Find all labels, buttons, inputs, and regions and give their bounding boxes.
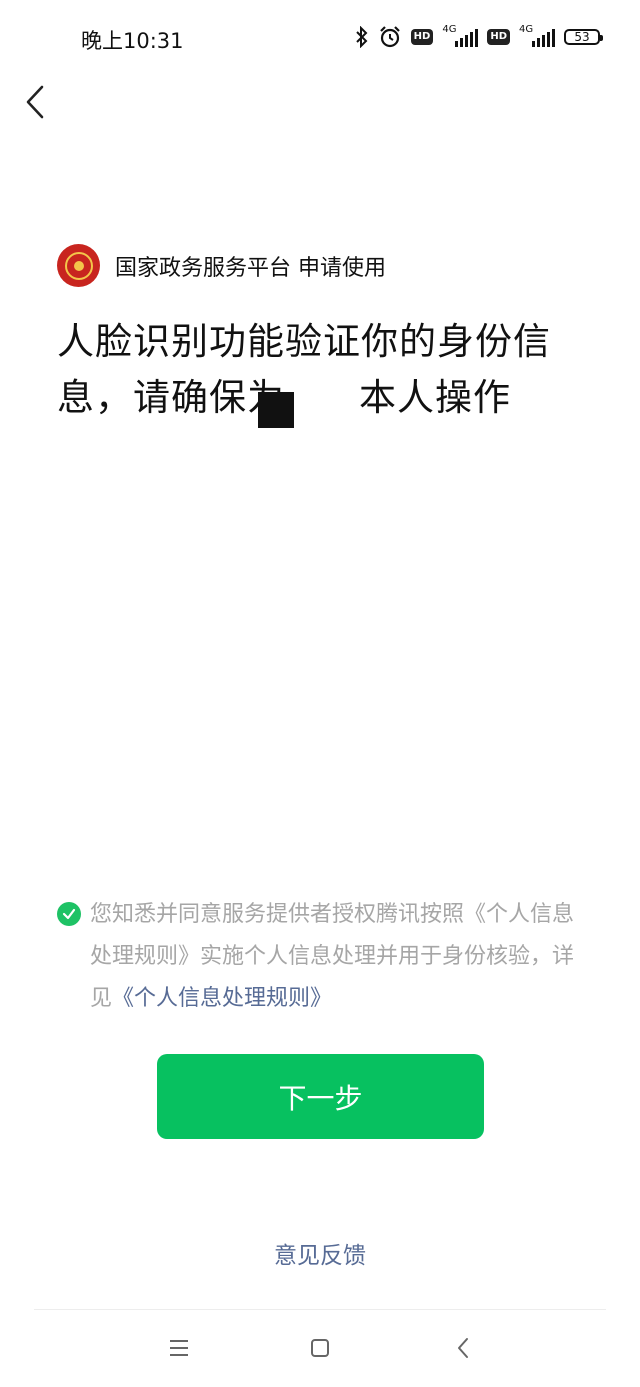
status-icons: HD 4G HD 4G 53 <box>355 23 603 51</box>
chevron-left-icon <box>26 85 44 119</box>
signal-icon: 4G <box>442 24 479 49</box>
back-button[interactable] <box>22 84 50 120</box>
consent-text-block: 您知悉并同意服务提供者授权腾讯按照《个人信息处理规则》实施个人信息处理并用于身份… <box>90 894 587 1020</box>
requester-name: 国家政务服务平台 申请使用 <box>115 255 386 281</box>
consent-checkbox[interactable] <box>57 902 81 926</box>
battery-icon: 53 <box>564 29 603 45</box>
signal-icon-2: 4G <box>519 25 555 49</box>
hd-icon: HD <box>410 29 434 45</box>
status-bar: 晚上10:31 HD 4G HD 4G 53 <box>0 0 640 75</box>
consent-section: 您知悉并同意服务提供者授权腾讯按照《个人信息处理规则》实施个人信息处理并用于身份… <box>57 894 587 1020</box>
home-square-icon <box>311 1339 329 1357</box>
bluetooth-icon <box>355 26 369 48</box>
title-line-2-part-2: 本人操作 <box>359 376 511 419</box>
national-emblem-logo <box>57 244 100 287</box>
redaction-block <box>258 392 294 428</box>
title-line-1: 人脸识别功能验证你的身份信 <box>57 320 551 363</box>
privacy-rules-link[interactable]: 《个人信息处理规则》 <box>112 986 332 1011</box>
check-icon <box>62 908 76 920</box>
title-line-2: 息，请确保为 本人操作 <box>57 370 597 426</box>
nav-home-button[interactable] <box>302 1330 338 1366</box>
nav-divider <box>34 1309 606 1310</box>
network-type-2: 4G <box>519 24 534 35</box>
menu-icon <box>170 1340 188 1356</box>
alarm-icon <box>378 25 402 49</box>
next-step-button[interactable]: 下一步 <box>157 1054 484 1139</box>
network-type: 4G <box>442 24 457 35</box>
requester-info: 国家政务服务平台 申请使用 <box>57 244 386 287</box>
title-line-2-part-1: 息，请确保为 <box>57 376 285 419</box>
feedback-link[interactable]: 意见反馈 <box>0 1236 640 1270</box>
battery-level: 53 <box>574 30 590 44</box>
nav-back-button[interactable] <box>445 1330 481 1366</box>
nav-menu-button[interactable] <box>161 1330 197 1366</box>
page-title: 人脸识别功能验证你的身份信 息，请确保为 本人操作 <box>57 314 597 426</box>
status-time: 晚上10:31 <box>81 29 184 53</box>
hd-icon-2: HD <box>487 29 510 45</box>
nav-back-icon <box>458 1338 468 1358</box>
